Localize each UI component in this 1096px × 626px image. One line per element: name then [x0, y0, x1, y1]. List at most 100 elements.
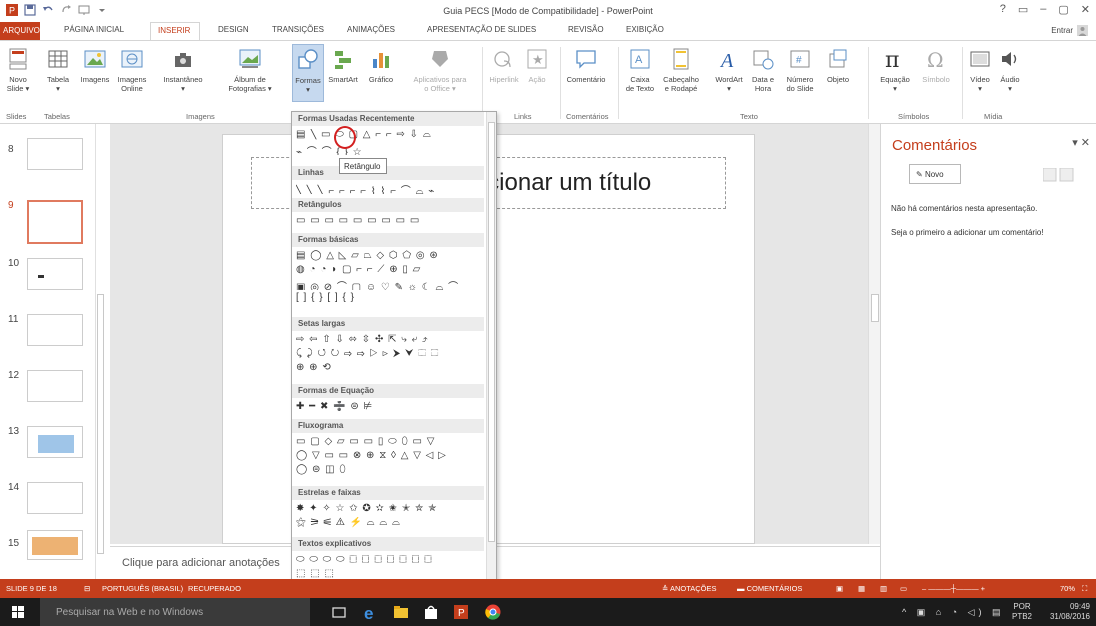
- chart-button[interactable]: Gráfico: [366, 47, 396, 84]
- tab-animacoes[interactable]: ANIMAÇÕES: [347, 25, 395, 34]
- store-icon[interactable]: [422, 603, 440, 621]
- taskbar-clock[interactable]: 09:49 31/08/2016: [1050, 602, 1090, 622]
- tab-pagina-inicial[interactable]: PÁGINA INICIAL: [64, 25, 124, 34]
- audio-button[interactable]: Áudio ▾: [996, 47, 1024, 93]
- taskbar-search-input[interactable]: Pesquisar na Web e no Windows: [40, 598, 310, 626]
- shape-row[interactable]: ⌁ ⌒ ⌒ { } ☆: [296, 143, 486, 155]
- sign-in-label[interactable]: Entrar: [1051, 26, 1073, 35]
- textbox-button[interactable]: A Caixa de Texto: [624, 47, 656, 93]
- tab-inserir[interactable]: INSERIR: [150, 22, 200, 40]
- video-button[interactable]: Vídeo ▾: [966, 47, 994, 93]
- comments-toggle[interactable]: ▬ COMENTÁRIOS: [737, 584, 802, 593]
- hyperlink-button[interactable]: Hiperlink: [486, 47, 522, 84]
- shapes-button[interactable]: Formas ▾: [292, 44, 324, 102]
- online-pictures-button[interactable]: Imagens Online: [112, 47, 152, 93]
- slide-thumbnail[interactable]: [27, 426, 83, 458]
- shape-row[interactable]: ✸ ✦ ✧ ☆ ✩ ✪ ✫ ✬ ✭ ✮ ✯: [296, 503, 486, 515]
- shapes-gallery[interactable]: Formas Usadas Recentemente ▤ ╲ ▭ ⬭ ▢ △ ⌐…: [291, 111, 497, 594]
- notes-placeholder[interactable]: Clique para adicionar anotações: [122, 557, 280, 569]
- spellcheck-icon[interactable]: ⊟: [84, 584, 90, 593]
- equation-button[interactable]: π Equação ▾: [874, 47, 916, 93]
- thumb-number: 10: [8, 258, 20, 269]
- shape-row[interactable]: ⬭ ⬭ ⬭ ⬭ ⬚ ⬚ ⬚ ⬚ ⬚ ⬚ ⬚: [296, 554, 486, 566]
- chrome-icon[interactable]: [484, 603, 502, 621]
- scroll-thumb[interactable]: [97, 294, 104, 554]
- ribbon-display-options-icon[interactable]: ▭: [1018, 3, 1028, 16]
- tab-revisao[interactable]: REVISÃO: [568, 25, 604, 34]
- file-explorer-icon[interactable]: [392, 603, 410, 621]
- slide-thumbnail[interactable]: [27, 530, 83, 560]
- photo-album-button[interactable]: Álbum de Fotografias ▾: [222, 47, 278, 93]
- slide-thumbnail-selected[interactable]: [27, 200, 83, 244]
- shape-row[interactable]: ⊕ ⊕ ⟲: [296, 362, 486, 374]
- gallery-scrollbar[interactable]: [486, 112, 496, 593]
- shape-row[interactable]: ▭ ▢ ◇ ▱ ▭ ▭ ▯ ⬭ ⬯ ▭ ▽: [296, 436, 486, 448]
- maximize-icon[interactable]: ▢: [1058, 3, 1068, 16]
- zoom-level[interactable]: 70%: [1060, 584, 1075, 593]
- screenshot-button[interactable]: Instantâneo ▾: [158, 47, 208, 93]
- task-view-icon[interactable]: [330, 603, 348, 621]
- shape-row[interactable]: ⇨ ⇦ ⇧ ⇩ ⬄ ⇳ ✣ ⇱ ⤷ ⤶ ⤴: [296, 334, 486, 346]
- comment-button[interactable]: Comentário: [564, 47, 608, 84]
- user-avatar-icon[interactable]: [1077, 25, 1088, 36]
- shape-row[interactable]: ▤ ╲ ▭ ⬭ ▢ △ ⌐ ⌐ ⇨ ⇩ ⌓: [296, 129, 486, 141]
- help-icon[interactable]: ?: [1000, 3, 1006, 16]
- scroll-thumb[interactable]: [871, 294, 879, 322]
- language-indicator[interactable]: PORTUGUÊS (BRASIL): [102, 584, 183, 593]
- new-comment-button[interactable]: ✎ Novo: [909, 164, 961, 184]
- shape-row[interactable]: ✚ ━ ✖ ➗ ⊜ ⊭: [296, 401, 486, 413]
- shape-row[interactable]: [ ] { } [ ] { }: [296, 292, 486, 304]
- slide-thumbnail[interactable]: [27, 370, 83, 402]
- smartart-button[interactable]: SmartArt: [326, 47, 360, 84]
- slide-thumbnail[interactable]: [27, 482, 83, 514]
- shape-row[interactable]: ⚝ ⚞ ⚟ ⚠ ⚡ ⌓ ⌓ ⌓: [296, 517, 486, 529]
- slide-sorter-icon[interactable]: ▦: [858, 584, 865, 593]
- system-tray-icons[interactable]: ^ ▣ ⌂ ◔ ◁) ▤: [902, 607, 1005, 618]
- tab-apresentacao[interactable]: APRESENTAÇÃO DE SLIDES: [427, 25, 536, 34]
- edge-browser-icon[interactable]: e: [362, 603, 380, 621]
- tab-exibicao[interactable]: EXIBIÇÃO: [626, 25, 664, 34]
- action-button[interactable]: ★ Ação: [524, 47, 550, 84]
- shape-row[interactable]: ▭ ▭ ▭ ▭ ▭ ▭ ▭ ▭ ▭: [296, 215, 486, 227]
- zoom-slider[interactable]: – ———┼——— +: [922, 584, 985, 593]
- date-time-button[interactable]: Data e Hora: [748, 47, 778, 93]
- shape-row[interactable]: ◯ ⊜ ◫ ⬯: [296, 464, 486, 476]
- shape-row[interactable]: ╲ ╲ ╲ ⌐ ⌐ ⌐ ⌐ ⌇ ⌇ ⌐ ⌒ ⌓ ⌁: [296, 182, 486, 194]
- reading-view-icon[interactable]: ▥: [880, 584, 887, 593]
- new-slide-button[interactable]: Novo Slide ▾: [5, 47, 31, 93]
- shape-row[interactable]: ▤ ◯ △ ◺ ▱ ⏢ ◇ ⬡ ⬠ ◎ ⊛: [296, 250, 486, 262]
- close-pane-icon[interactable]: ▾ ✕: [1072, 136, 1090, 149]
- fit-to-window-icon[interactable]: ⛶: [1082, 584, 1087, 594]
- header-footer-button[interactable]: Cabeçalho e Rodapé: [658, 47, 704, 93]
- notes-toggle[interactable]: ≙ ANOTAÇÕES: [662, 584, 717, 593]
- tab-arquivo[interactable]: ARQUIVO: [0, 22, 40, 40]
- slide-number-button[interactable]: # Número do Slide: [782, 47, 818, 93]
- pictures-button[interactable]: Imagens: [80, 47, 110, 84]
- symbol-button[interactable]: Ω Símbolo: [918, 47, 954, 84]
- thumbnails-scrollbar[interactable]: [95, 124, 105, 579]
- tab-design[interactable]: DESIGN: [218, 25, 249, 34]
- slide-thumbnail[interactable]: [27, 138, 83, 170]
- slideshow-view-icon[interactable]: ▭: [900, 584, 907, 593]
- shape-row[interactable]: ▣ ◎ ⊘ ⌒ ▢ ☺ ♡ ✎ ☼ ☾ ⌓ ⌒: [296, 278, 486, 290]
- prev-next-comment-icons[interactable]: [1043, 168, 1075, 182]
- minimize-icon[interactable]: –: [1040, 3, 1046, 16]
- table-button[interactable]: Tabela ▾: [46, 47, 70, 93]
- normal-view-icon[interactable]: ▣: [836, 584, 843, 593]
- sign-in[interactable]: Entrar: [1051, 25, 1088, 36]
- shape-row[interactable]: ◯ ▽ ▭ ▭ ⊗ ⊕ ⧖ ◊ △ ▽ ◁ ▷: [296, 450, 486, 462]
- windows-start-icon[interactable]: [12, 606, 24, 618]
- wordart-button[interactable]: A WordArt ▾: [712, 47, 746, 93]
- close-icon[interactable]: ✕: [1081, 3, 1090, 16]
- shape-row[interactable]: ⤹ ⤸ ↺ ↻ ⇨ ⇨ ▷ ⊳ ⮞ ⮟ ⬚ ⬚: [296, 348, 486, 360]
- shape-row[interactable]: ◍ ◔ ◔ ◗ ▢ ⌐ ⌐ ⟋ ⊕ ▯ ▱: [296, 264, 486, 276]
- input-language[interactable]: POR PTB2: [1012, 602, 1032, 622]
- tab-transicoes[interactable]: TRANSIÇÕES: [272, 25, 324, 34]
- powerpoint-taskbar-icon[interactable]: P: [452, 603, 470, 621]
- object-button[interactable]: Objeto: [822, 47, 854, 84]
- slide-thumbnail[interactable]: [27, 314, 83, 346]
- editor-scrollbar[interactable]: [868, 124, 880, 544]
- slide-thumbnail[interactable]: [27, 258, 83, 290]
- scroll-thumb[interactable]: [488, 122, 495, 542]
- office-apps-button[interactable]: Aplicativos para o Office ▾: [410, 47, 470, 93]
